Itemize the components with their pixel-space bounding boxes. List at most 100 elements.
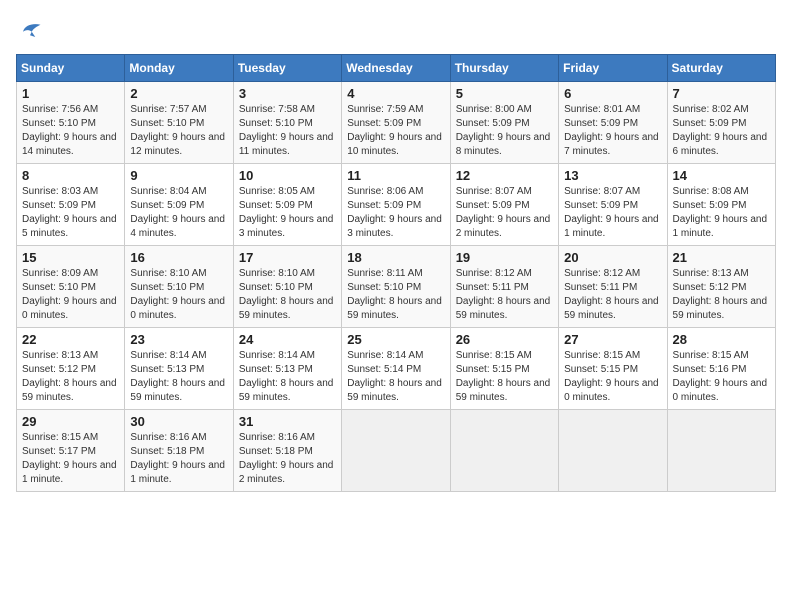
calendar-cell [450,410,558,492]
calendar-cell: 9 Sunrise: 8:04 AMSunset: 5:09 PMDaylight… [125,164,233,246]
calendar-week-4: 22 Sunrise: 8:13 AMSunset: 5:12 PMDayligh… [17,328,776,410]
calendar-cell: 23 Sunrise: 8:14 AMSunset: 5:13 PMDayligh… [125,328,233,410]
day-info: Sunrise: 8:10 AMSunset: 5:10 PMDaylight:… [239,267,336,323]
day-info: Sunrise: 8:13 AMSunset: 5:12 PMDaylight:… [673,267,770,323]
calendar-cell [559,410,667,492]
day-number: 7 [673,86,770,101]
day-info: Sunrise: 8:07 AMSunset: 5:09 PMDaylight:… [564,185,661,241]
calendar-week-1: 1Sunrise: 7:56 AMSunset: 5:10 PMDaylight… [17,82,776,164]
calendar-cell: 4 Sunrise: 7:59 AMSunset: 5:09 PMDaylight… [342,82,450,164]
day-number: 26 [456,332,553,347]
calendar-week-5: 29 Sunrise: 8:15 AMSunset: 5:17 PMDayligh… [17,410,776,492]
day-info: Sunrise: 7:58 AMSunset: 5:10 PMDaylight:… [239,103,336,159]
day-number: 18 [347,250,444,265]
day-number: 16 [130,250,227,265]
day-number: 28 [673,332,770,347]
header-thursday: Thursday [450,55,558,82]
day-info: Sunrise: 8:15 AMSunset: 5:15 PMDaylight:… [456,349,553,405]
day-number: 30 [130,414,227,429]
day-number: 4 [347,86,444,101]
day-number: 3 [239,86,336,101]
day-number: 31 [239,414,336,429]
day-number: 17 [239,250,336,265]
calendar-cell: 10 Sunrise: 8:05 AMSunset: 5:09 PMDayligh… [233,164,341,246]
calendar-week-2: 8 Sunrise: 8:03 AMSunset: 5:09 PMDaylight… [17,164,776,246]
day-info: Sunrise: 8:05 AMSunset: 5:09 PMDaylight:… [239,185,336,241]
header-monday: Monday [125,55,233,82]
calendar-cell: 14 Sunrise: 8:08 AMSunset: 5:09 PMDayligh… [667,164,775,246]
calendar-cell: 25 Sunrise: 8:14 AMSunset: 5:14 PMDayligh… [342,328,450,410]
calendar-cell: 28 Sunrise: 8:15 AMSunset: 5:16 PMDayligh… [667,328,775,410]
day-info: Sunrise: 8:15 AMSunset: 5:17 PMDaylight:… [22,431,119,487]
day-info: Sunrise: 8:03 AMSunset: 5:09 PMDaylight:… [22,185,119,241]
day-info: Sunrise: 8:04 AMSunset: 5:09 PMDaylight:… [130,185,227,241]
day-number: 22 [22,332,119,347]
calendar-cell: 2Sunrise: 7:57 AMSunset: 5:10 PMDaylight… [125,82,233,164]
calendar-cell [342,410,450,492]
day-number: 15 [22,250,119,265]
day-number: 10 [239,168,336,183]
day-number: 2 [130,86,227,101]
day-info: Sunrise: 8:14 AMSunset: 5:13 PMDaylight:… [130,349,227,405]
calendar-cell: 18 Sunrise: 8:11 AMSunset: 5:10 PMDayligh… [342,246,450,328]
calendar-cell: 22 Sunrise: 8:13 AMSunset: 5:12 PMDayligh… [17,328,125,410]
calendar-cell: 31 Sunrise: 8:16 AMSunset: 5:18 PMDayligh… [233,410,341,492]
calendar-cell: 1Sunrise: 7:56 AMSunset: 5:10 PMDaylight… [17,82,125,164]
logo [16,16,48,44]
header-sunday: Sunday [17,55,125,82]
day-number: 25 [347,332,444,347]
day-info: Sunrise: 8:09 AMSunset: 5:10 PMDaylight:… [22,267,119,323]
day-info: Sunrise: 8:11 AMSunset: 5:10 PMDaylight:… [347,267,444,323]
page-header [16,16,776,44]
day-number: 20 [564,250,661,265]
day-info: Sunrise: 8:08 AMSunset: 5:09 PMDaylight:… [673,185,770,241]
day-number: 8 [22,168,119,183]
day-info: Sunrise: 8:14 AMSunset: 5:13 PMDaylight:… [239,349,336,405]
header-wednesday: Wednesday [342,55,450,82]
calendar-cell: 21Sunrise: 8:13 AMSunset: 5:12 PMDayligh… [667,246,775,328]
day-info: Sunrise: 8:12 AMSunset: 5:11 PMDaylight:… [456,267,553,323]
calendar-cell: 17 Sunrise: 8:10 AMSunset: 5:10 PMDayligh… [233,246,341,328]
calendar-cell: 11 Sunrise: 8:06 AMSunset: 5:09 PMDayligh… [342,164,450,246]
calendar-body: 1Sunrise: 7:56 AMSunset: 5:10 PMDaylight… [17,82,776,492]
day-number: 11 [347,168,444,183]
day-number: 12 [456,168,553,183]
header-row: SundayMondayTuesdayWednesdayThursdayFrid… [17,55,776,82]
day-info: Sunrise: 7:59 AMSunset: 5:09 PMDaylight:… [347,103,444,159]
calendar-cell: 20 Sunrise: 8:12 AMSunset: 5:11 PMDayligh… [559,246,667,328]
calendar-cell: 6Sunrise: 8:01 AMSunset: 5:09 PMDaylight… [559,82,667,164]
day-info: Sunrise: 8:13 AMSunset: 5:12 PMDaylight:… [22,349,119,405]
calendar-table: SundayMondayTuesdayWednesdayThursdayFrid… [16,54,776,492]
day-info: Sunrise: 8:16 AMSunset: 5:18 PMDaylight:… [239,431,336,487]
day-number: 9 [130,168,227,183]
day-info: Sunrise: 8:06 AMSunset: 5:09 PMDaylight:… [347,185,444,241]
calendar-cell: 3 Sunrise: 7:58 AMSunset: 5:10 PMDaylight… [233,82,341,164]
day-info: Sunrise: 8:00 AMSunset: 5:09 PMDaylight:… [456,103,553,159]
day-info: Sunrise: 7:56 AMSunset: 5:10 PMDaylight:… [22,103,119,159]
day-info: Sunrise: 8:07 AMSunset: 5:09 PMDaylight:… [456,185,553,241]
day-info: Sunrise: 8:01 AMSunset: 5:09 PMDaylight:… [564,103,661,159]
day-info: Sunrise: 8:15 AMSunset: 5:15 PMDaylight:… [564,349,661,405]
day-number: 29 [22,414,119,429]
calendar-week-3: 15 Sunrise: 8:09 AMSunset: 5:10 PMDayligh… [17,246,776,328]
day-info: Sunrise: 8:12 AMSunset: 5:11 PMDaylight:… [564,267,661,323]
day-info: Sunrise: 8:10 AMSunset: 5:10 PMDaylight:… [130,267,227,323]
calendar-header: SundayMondayTuesdayWednesdayThursdayFrid… [17,55,776,82]
calendar-cell: 30 Sunrise: 8:16 AMSunset: 5:18 PMDayligh… [125,410,233,492]
header-saturday: Saturday [667,55,775,82]
day-number: 14 [673,168,770,183]
day-info: Sunrise: 8:15 AMSunset: 5:16 PMDaylight:… [673,349,770,405]
day-info: Sunrise: 8:16 AMSunset: 5:18 PMDaylight:… [130,431,227,487]
day-info: Sunrise: 8:14 AMSunset: 5:14 PMDaylight:… [347,349,444,405]
day-number: 13 [564,168,661,183]
calendar-cell [667,410,775,492]
calendar-cell: 15 Sunrise: 8:09 AMSunset: 5:10 PMDayligh… [17,246,125,328]
calendar-cell: 26 Sunrise: 8:15 AMSunset: 5:15 PMDayligh… [450,328,558,410]
day-number: 5 [456,86,553,101]
calendar-cell: 16 Sunrise: 8:10 AMSunset: 5:10 PMDayligh… [125,246,233,328]
calendar-cell: 29 Sunrise: 8:15 AMSunset: 5:17 PMDayligh… [17,410,125,492]
calendar-cell: 12 Sunrise: 8:07 AMSunset: 5:09 PMDayligh… [450,164,558,246]
logo-icon [16,16,44,44]
day-number: 23 [130,332,227,347]
calendar-cell: 19Sunrise: 8:12 AMSunset: 5:11 PMDayligh… [450,246,558,328]
